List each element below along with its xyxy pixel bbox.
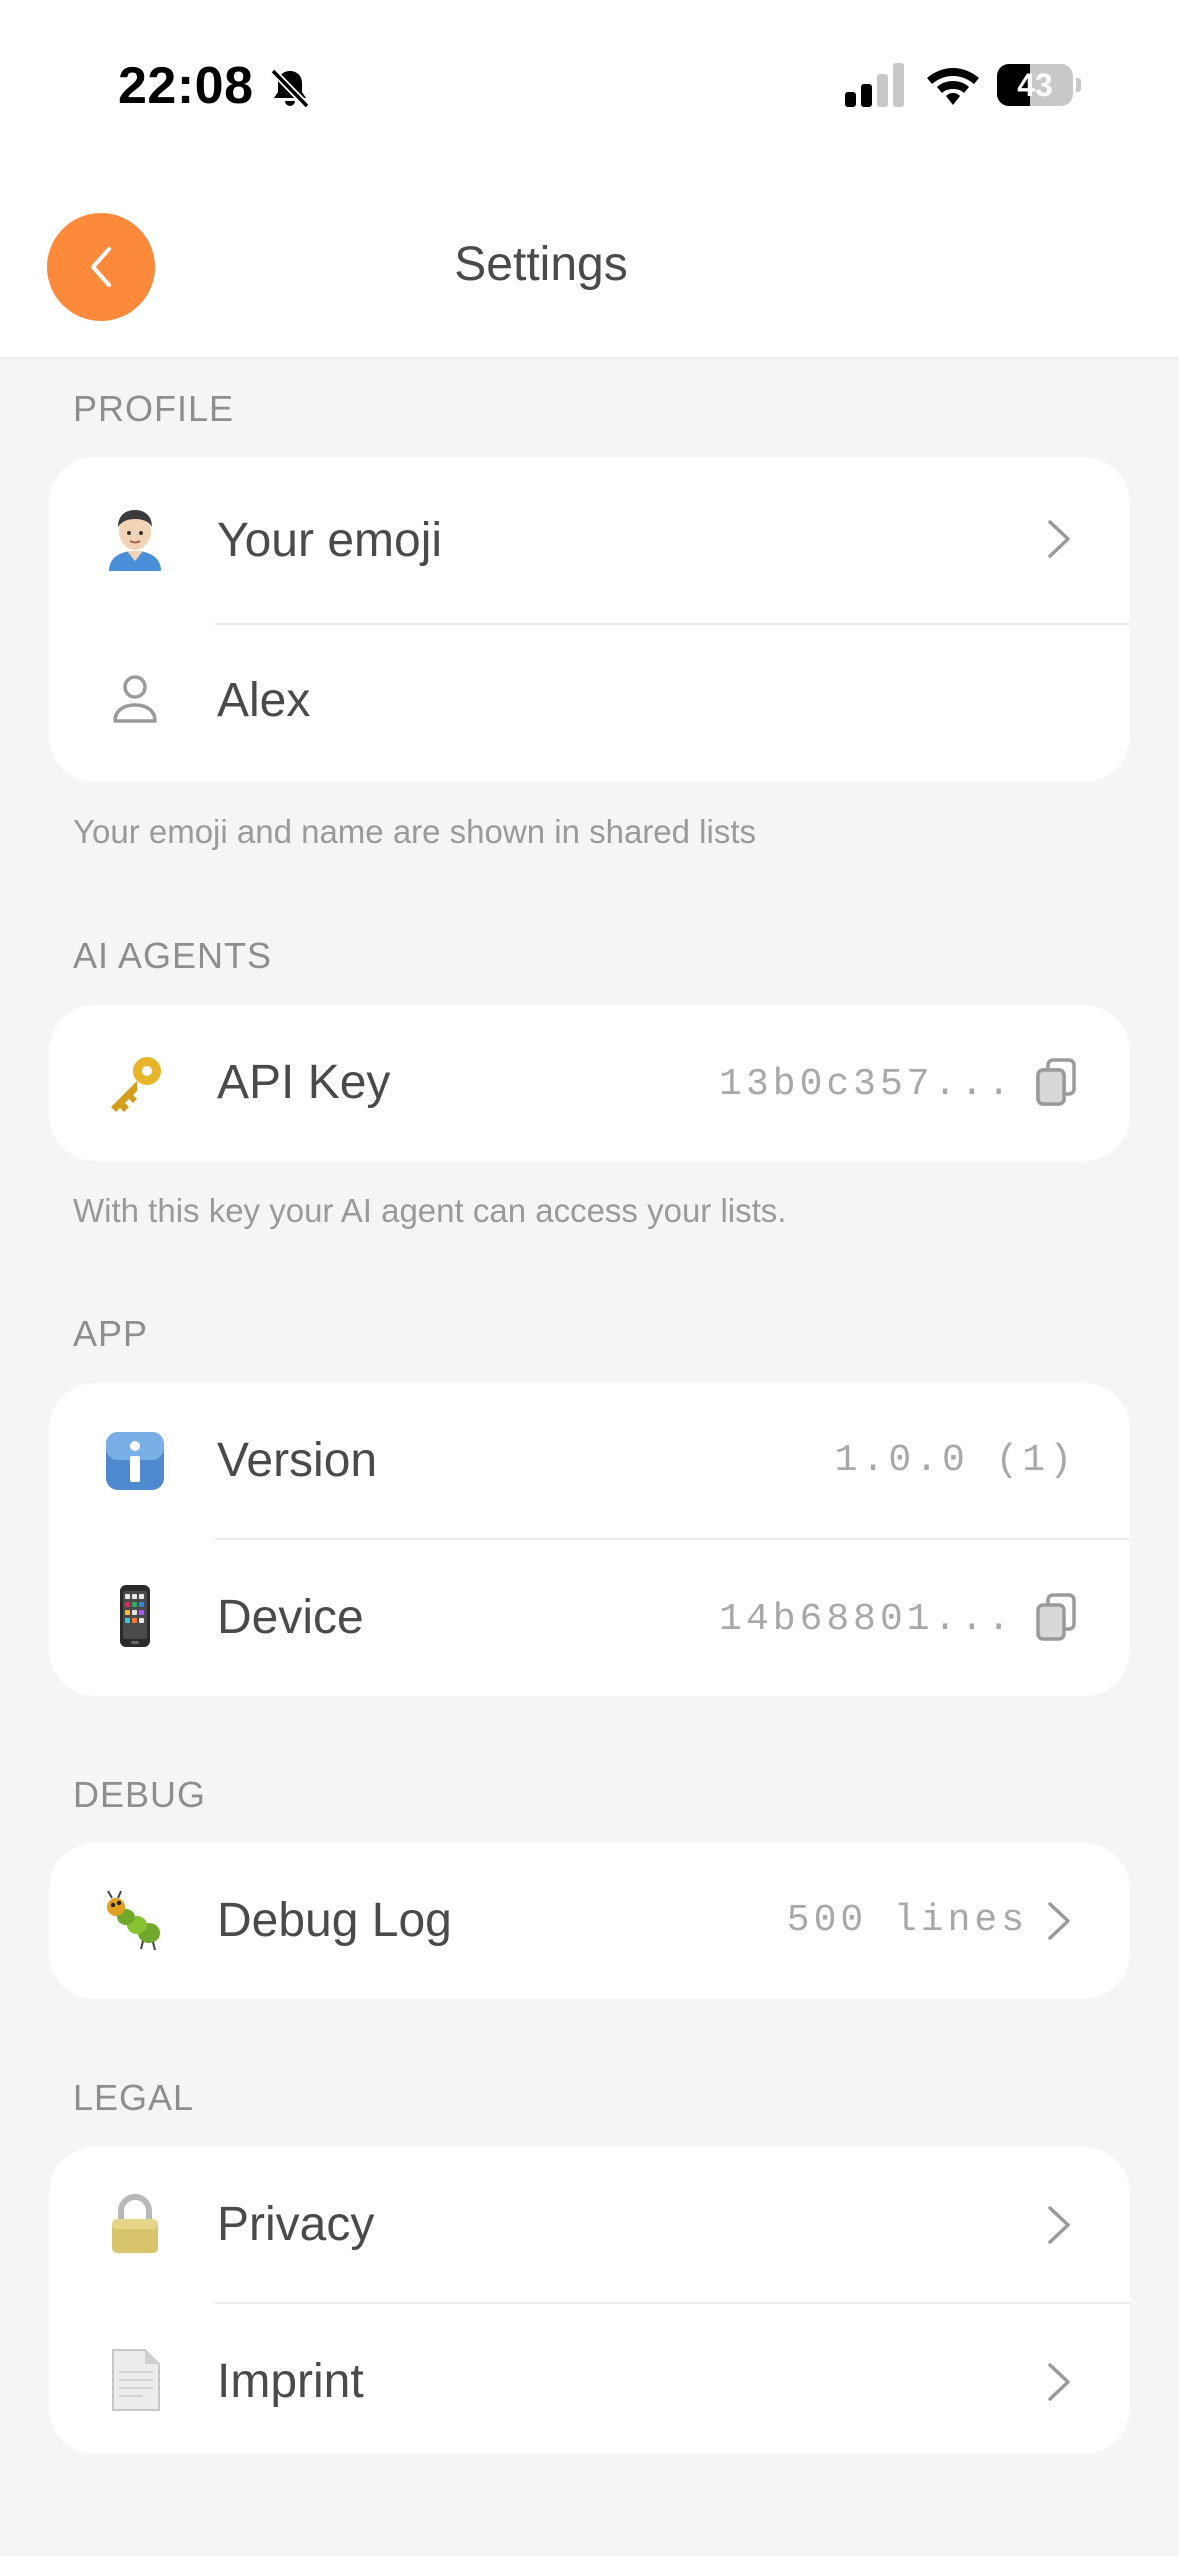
row-api-key[interactable]: API Key 13b0c357... (49, 1005, 1130, 1161)
lock-emoji-icon (103, 2191, 167, 2255)
bug-emoji-icon (103, 1889, 167, 1953)
status-bar: 22:08 43 (0, 0, 1179, 175)
cellular-signal-icon (845, 63, 904, 107)
row-version: Version 1.0.0 (1) (49, 1383, 1130, 1538)
section-footer-profile: Your emoji and name are shown in shared … (73, 813, 756, 850)
profile-card: Your emoji Alex (49, 457, 1130, 782)
section-footer-ai-agents: With this key your AI agent can access y… (73, 1192, 787, 1229)
debug-card: Debug Log 500 lines (49, 1843, 1130, 1999)
section-header-debug: DEBUG (73, 1774, 207, 1815)
row-label: Version (217, 1434, 378, 1487)
row-device[interactable]: Device 14b68801... (49, 1540, 1130, 1696)
copy-icon[interactable] (1034, 1593, 1078, 1643)
row-label: Imprint (217, 2355, 364, 2408)
battery-icon: 43 (997, 64, 1081, 106)
battery-percentage: 43 (1017, 67, 1053, 103)
page-title: Settings (454, 238, 628, 291)
row-debug-log[interactable]: Debug Log 500 lines (49, 1843, 1130, 1999)
device-id-value: 14b68801... (719, 1598, 1014, 1641)
section-header-ai-agents: AI AGENTS (73, 935, 273, 976)
app-card: Version 1.0.0 (1) Device 14b68801... (49, 1383, 1130, 1696)
row-label: Your emoji (217, 514, 443, 567)
key-emoji-icon (103, 1051, 167, 1115)
chevron-right-icon (1048, 2363, 1070, 2401)
section-header-legal: LEGAL (73, 2077, 195, 2118)
row-label: Device (217, 1591, 364, 1644)
debug-log-value: 500 lines (786, 1899, 1028, 1942)
status-time: 22:08 (118, 57, 254, 115)
mobile-phone-emoji-icon (103, 1584, 167, 1648)
version-value: 1.0.0 (1) (834, 1439, 1076, 1482)
chevron-right-icon (1048, 1902, 1070, 1940)
page-emoji-icon (103, 2348, 167, 2412)
bell-slash-icon (270, 68, 310, 109)
section-header-profile: PROFILE (73, 388, 235, 429)
info-emoji-icon (103, 1429, 167, 1493)
api-key-value: 13b0c357... (719, 1063, 1014, 1106)
chevron-right-icon (1048, 520, 1070, 558)
row-imprint[interactable]: Imprint (49, 2304, 1130, 2454)
row-label: Debug Log (217, 1894, 452, 1947)
row-privacy[interactable]: Privacy (49, 2147, 1130, 2302)
person-outline-icon (107, 671, 163, 727)
wifi-icon (927, 68, 979, 105)
man-emoji-icon (103, 507, 167, 571)
row-your-emoji[interactable]: Your emoji (49, 457, 1130, 621)
section-header-app: APP (73, 1313, 149, 1354)
row-label: Privacy (217, 2198, 375, 2251)
chevron-right-icon (1048, 2206, 1070, 2244)
copy-icon[interactable] (1034, 1058, 1078, 1108)
row-label: Alex (217, 674, 311, 727)
row-label: API Key (217, 1056, 391, 1109)
row-name[interactable]: Alex (49, 625, 1130, 782)
ai-agents-card: API Key 13b0c357... (49, 1005, 1130, 1161)
legal-card: Privacy Imprint (49, 2147, 1130, 2454)
navigation-bar: Settings (0, 175, 1179, 359)
